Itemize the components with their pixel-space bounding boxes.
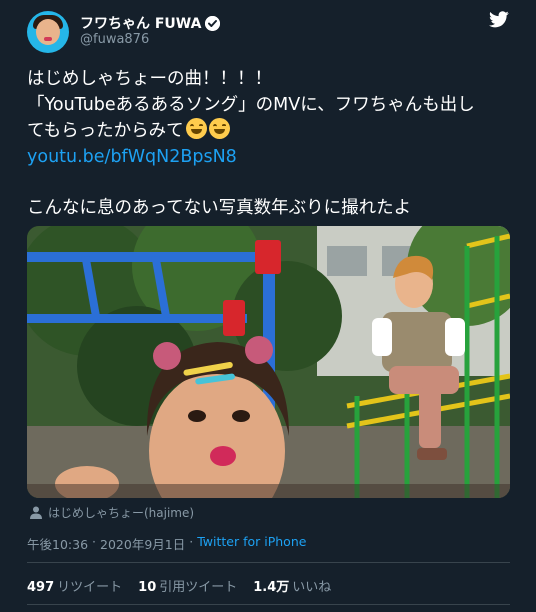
youtube-link[interactable]: youtu.be/bfWqN2BpsN8 [27,145,512,171]
divider [27,562,510,563]
tweet-source[interactable]: Twitter for iPhone [197,534,306,553]
tweet-text: はじめしゃちょーの曲！！！！ 「YouTubeあるあるソング」のMVに、フワちゃ… [27,67,512,221]
tweet-photo[interactable] [27,226,510,498]
grinning-squinting-face-icon [185,118,207,139]
tweet-line-1: はじめしゃちょーの曲！！！！ [27,69,272,89]
tweet-date[interactable]: 2020年9月1日 [100,534,185,553]
retweet-count[interactable]: 497 リツイート [27,576,122,595]
tweet-stats: 497 リツイート 10 引用ツイート 1.4万 いいね [27,576,331,595]
meta-separator: · [92,534,97,549]
grinning-squinting-face-icon [208,118,230,139]
avatar[interactable] [27,11,69,53]
twitter-bird-icon[interactable] [489,11,509,32]
tweet-metadata: 午後10:36 · 2020年9月1日 · Twitter for iPhone [27,534,306,553]
handle[interactable]: @fuwa876 [80,32,149,47]
tweet-line-4: こんなに息のあってない写真数年ぶりに撮れたよ [27,197,412,218]
tweet: フワちゃん FUWA @fuwa876 はじめしゃちょーの曲！！！！ 「YouT… [0,0,536,612]
tweet-line-3: てもらったからみて [27,118,512,145]
author-name-row[interactable]: フワちゃん FUWA [80,13,221,33]
verified-badge-icon [205,15,221,31]
divider [27,604,510,605]
tweet-line-2: 「YouTubeあるあるソング」のMVに、フワちゃんも出し [27,94,475,115]
tweet-line-3-text: てもらったからみて [27,121,184,141]
display-name[interactable]: フワちゃん FUWA [80,13,201,33]
meta-separator: · [189,534,194,549]
tagged-user[interactable]: はじめしゃちょー(hajime) [30,504,194,521]
tagged-user-name[interactable]: はじめしゃちょー(hajime) [48,504,194,521]
quote-tweet-count[interactable]: 10 引用ツイート [138,576,237,595]
like-count[interactable]: 1.4万 いいね [253,576,331,595]
tweet-time[interactable]: 午後10:36 [27,534,88,553]
person-icon [30,506,42,519]
